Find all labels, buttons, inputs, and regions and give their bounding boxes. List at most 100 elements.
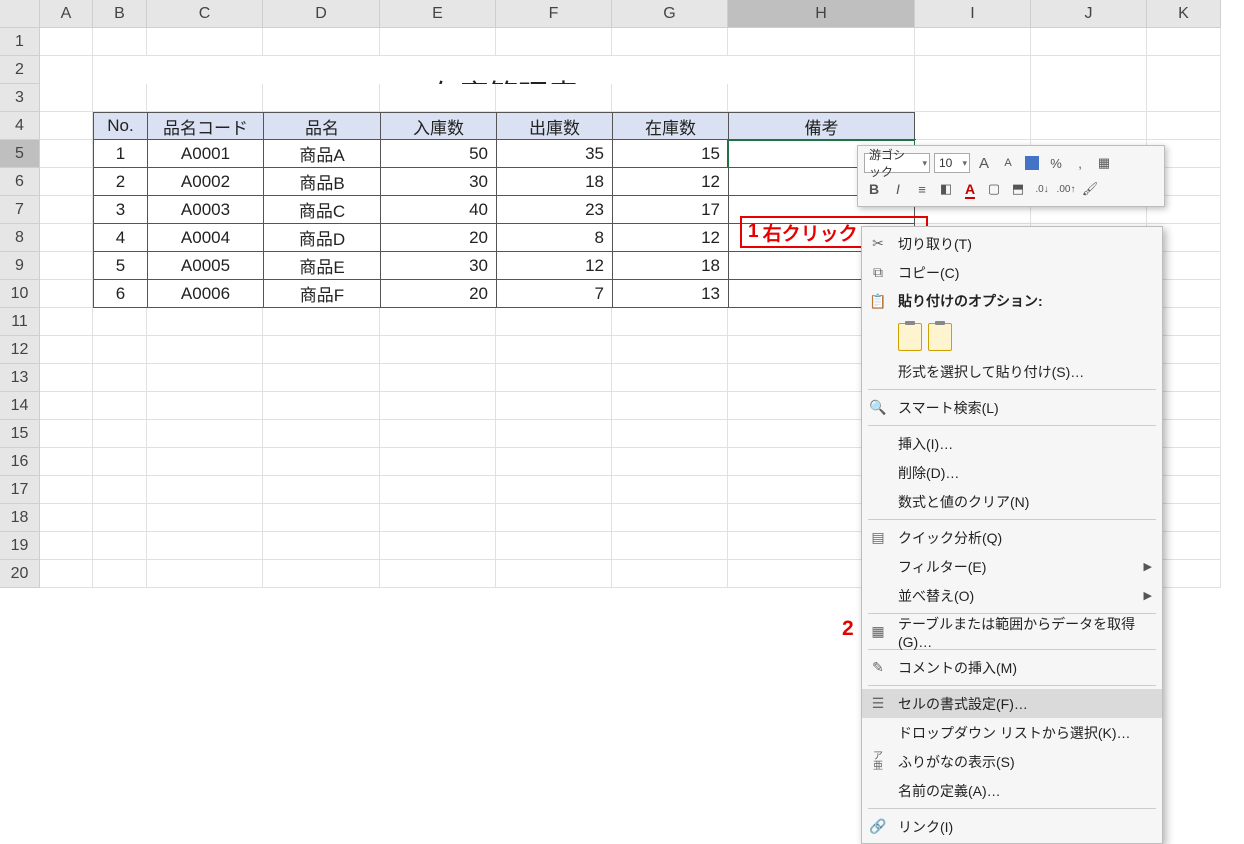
ctx-smart-lookup[interactable]: 🔍 スマート検索(L) <box>862 393 1162 422</box>
cell-G1[interactable] <box>612 28 728 56</box>
ctx-separator <box>868 389 1156 390</box>
cell-H1[interactable] <box>728 28 915 56</box>
row-header-15[interactable]: 15 <box>0 420 40 448</box>
comma-style-icon[interactable]: , <box>1070 153 1090 173</box>
row-header-8[interactable]: 8 <box>0 224 40 252</box>
th-in[interactable]: 入庫数 <box>380 112 496 140</box>
ctx-link[interactable]: 🔗 リンク(I) <box>862 812 1162 841</box>
col-header-B[interactable]: B <box>93 0 147 28</box>
font-name-dropdown[interactable]: 游ゴシック <box>864 153 930 173</box>
row-header-20[interactable]: 20 <box>0 560 40 588</box>
row-header-3[interactable]: 3 <box>0 84 40 112</box>
ctx-paste-special[interactable]: 形式を選択して貼り付け(S)… <box>862 357 1162 386</box>
decrease-decimal-icon[interactable]: .00↑ <box>1056 179 1076 199</box>
comment-icon: ✎ <box>866 659 890 676</box>
th-stock[interactable]: 在庫数 <box>612 112 728 140</box>
col-header-J[interactable]: J <box>1031 0 1147 28</box>
cell-F1[interactable] <box>496 28 612 56</box>
merge-icon[interactable]: ⬒ <box>1008 179 1028 199</box>
row-header-1[interactable]: 1 <box>0 28 40 56</box>
ctx-cut[interactable]: ✂ 切り取り(T) <box>862 229 1162 258</box>
furigana-icon: ア亜 <box>866 752 890 772</box>
row-header-9[interactable]: 9 <box>0 252 40 280</box>
ctx-clear[interactable]: 数式と値のクリア(N) <box>862 487 1162 516</box>
row-header-4[interactable]: 4 <box>0 112 40 140</box>
font-size-dropdown[interactable]: 10 <box>934 153 970 173</box>
cell-E1[interactable] <box>380 28 496 56</box>
th-note[interactable]: 備考 <box>728 112 915 140</box>
row-header-6[interactable]: 6 <box>0 168 40 196</box>
cell-A1[interactable] <box>40 28 93 56</box>
ctx-separator <box>868 425 1156 426</box>
row-header-14[interactable]: 14 <box>0 392 40 420</box>
row-header-19[interactable]: 19 <box>0 532 40 560</box>
select-all-corner[interactable] <box>0 0 40 28</box>
percent-style-icon[interactable]: % <box>1046 153 1066 173</box>
ctx-get-data[interactable]: ▦ テーブルまたは範囲からデータを取得(G)… <box>862 617 1162 646</box>
decrease-font-icon[interactable]: A <box>998 153 1018 173</box>
ctx-copy[interactable]: ⧉ コピー(C) <box>862 258 1162 287</box>
font-color-icon[interactable]: A <box>960 179 980 199</box>
cell-D1[interactable] <box>263 28 380 56</box>
format-painter-icon[interactable]: 🖌 <box>1080 179 1100 199</box>
row-header-12[interactable]: 12 <box>0 336 40 364</box>
col-header-C[interactable]: C <box>147 0 263 28</box>
fill-color-icon[interactable]: ◧ <box>936 179 956 199</box>
row-header-5[interactable]: 5 <box>0 140 40 168</box>
table-row[interactable]: 1 <box>93 140 147 168</box>
ctx-paste-special-label: 形式を選択して貼り付け(S)… <box>898 362 1152 382</box>
border-icon[interactable]: ▢ <box>984 179 1004 199</box>
increase-decimal-icon[interactable]: .0↓ <box>1032 179 1052 199</box>
row-header-13[interactable]: 13 <box>0 364 40 392</box>
ctx-insert[interactable]: 挿入(I)… <box>862 429 1162 458</box>
ctx-define-name-label: 名前の定義(A)… <box>898 781 1152 801</box>
row-header-7[interactable]: 7 <box>0 196 40 224</box>
paste-option-1-icon[interactable] <box>898 323 922 351</box>
col-header-H[interactable]: H <box>728 0 915 28</box>
ctx-smart-lookup-label: スマート検索(L) <box>898 398 1152 418</box>
row-header-11[interactable]: 11 <box>0 308 40 336</box>
th-out[interactable]: 出庫数 <box>496 112 612 140</box>
ctx-separator <box>868 808 1156 809</box>
col-header-D[interactable]: D <box>263 0 380 28</box>
ctx-sort[interactable]: 並べ替え(O) ▶ <box>862 581 1162 610</box>
ctx-quick-analysis[interactable]: ▤ クイック分析(Q) <box>862 523 1162 552</box>
ctx-comment-label: コメントの挿入(M) <box>898 658 1152 678</box>
row-header-10[interactable]: 10 <box>0 280 40 308</box>
ctx-quick-label: クイック分析(Q) <box>898 528 1152 548</box>
ctx-define-name[interactable]: 名前の定義(A)… <box>862 776 1162 805</box>
bold-button[interactable]: B <box>864 179 884 199</box>
th-name[interactable]: 品名 <box>263 112 380 140</box>
col-header-F[interactable]: F <box>496 0 612 28</box>
italic-button[interactable]: I <box>888 179 908 199</box>
cell-B1[interactable] <box>93 28 147 56</box>
ctx-insert-comment[interactable]: ✎ コメントの挿入(M) <box>862 653 1162 682</box>
th-no[interactable]: No. <box>93 112 147 140</box>
cell-A3[interactable] <box>40 84 93 112</box>
col-header-K[interactable]: K <box>1147 0 1221 28</box>
row-header-17[interactable]: 17 <box>0 476 40 504</box>
cell-J1[interactable] <box>1031 28 1147 56</box>
paste-option-2-icon[interactable] <box>928 323 952 351</box>
col-header-G[interactable]: G <box>612 0 728 28</box>
col-header-E[interactable]: E <box>380 0 496 28</box>
accounting-format-icon[interactable] <box>1022 153 1042 173</box>
increase-font-icon[interactable]: A <box>974 153 994 173</box>
ctx-dropdown-list[interactable]: ドロップダウン リストから選択(K)… <box>862 718 1162 747</box>
ctx-filter[interactable]: フィルター(E) ▶ <box>862 552 1162 581</box>
cell-I1[interactable] <box>915 28 1031 56</box>
cell-C1[interactable] <box>147 28 263 56</box>
ctx-delete[interactable]: 削除(D)… <box>862 458 1162 487</box>
ctx-format-cells[interactable]: ☰ セルの書式設定(F)… <box>862 689 1162 718</box>
row-header-18[interactable]: 18 <box>0 504 40 532</box>
format-as-table-icon[interactable]: ▦ <box>1094 153 1114 173</box>
row-header-16[interactable]: 16 <box>0 448 40 476</box>
cell-K1[interactable] <box>1147 28 1221 56</box>
align-icon[interactable]: ≡ <box>912 179 932 199</box>
col-header-A[interactable]: A <box>40 0 93 28</box>
row-header-2[interactable]: 2 <box>0 56 40 84</box>
col-header-I[interactable]: I <box>915 0 1031 28</box>
ctx-furigana[interactable]: ア亜 ふりがなの表示(S) <box>862 747 1162 776</box>
copy-icon: ⧉ <box>866 264 890 281</box>
th-code[interactable]: 品名コード <box>147 112 263 140</box>
